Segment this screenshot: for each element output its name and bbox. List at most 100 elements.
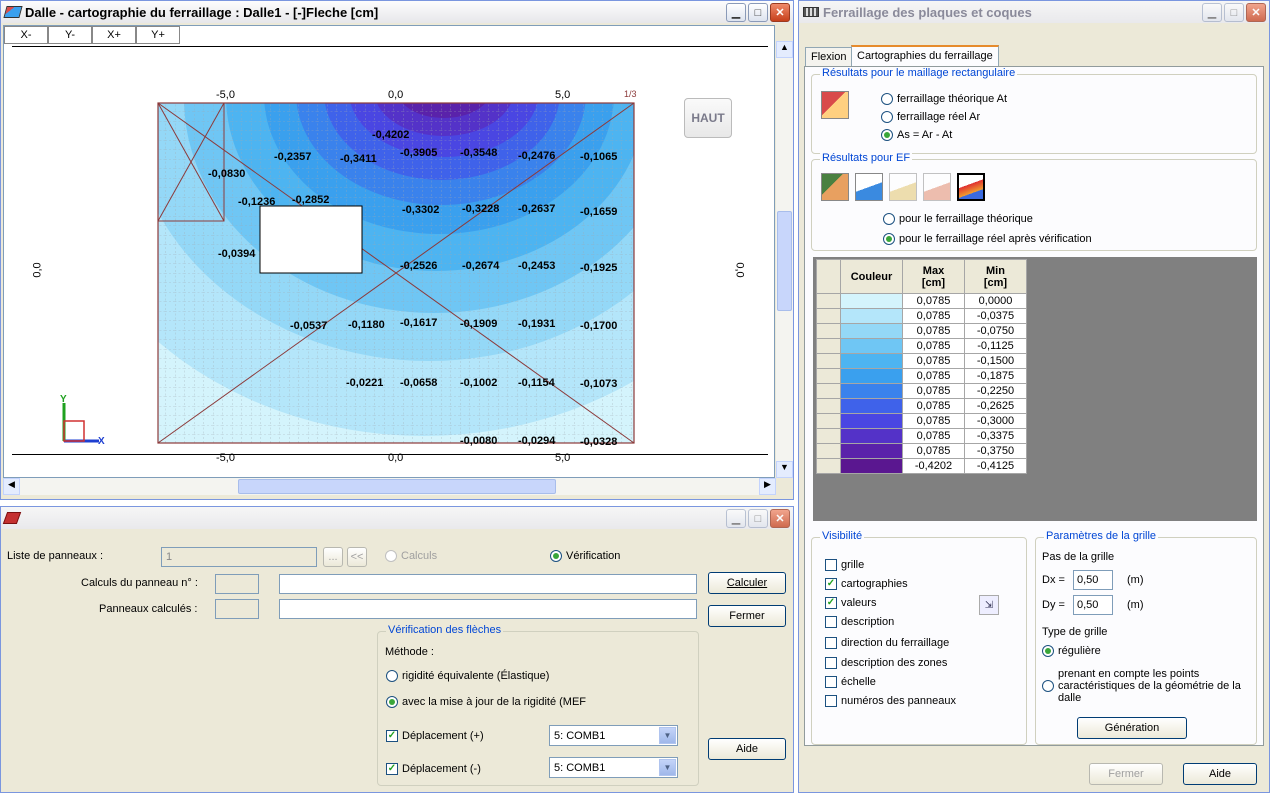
dropdown-arrow-icon[interactable]: ▼ xyxy=(659,759,676,776)
rigidite-radio[interactable]: rigidité équivalente (Élastique) xyxy=(386,670,549,682)
visibilite-checkbox[interactable]: numéros des panneaux xyxy=(825,695,956,707)
table-row[interactable]: 0,0785 -0,3000 xyxy=(816,413,1027,429)
scroll-down-icon[interactable]: ▼ xyxy=(776,461,793,478)
deplacement-plus-checkbox[interactable]: ✓ Déplacement (+) xyxy=(386,730,484,742)
panel-titlebar[interactable]: ▁ □ ✕ xyxy=(1,507,793,529)
ferraillage-titlebar[interactable]: Ferraillage des plaques et coques ▁ □ ✕ xyxy=(799,1,1269,23)
row-header[interactable] xyxy=(816,338,841,354)
row-header[interactable] xyxy=(816,413,841,429)
row-header[interactable] xyxy=(816,398,841,414)
table-row[interactable]: 0,0785 -0,0375 xyxy=(816,308,1027,324)
scroll-up-icon[interactable]: ▲ xyxy=(776,41,793,58)
color-swatch[interactable] xyxy=(840,383,903,399)
color-swatch[interactable] xyxy=(840,413,903,429)
aide-button[interactable]: Aide xyxy=(708,738,786,760)
combo-deplacement-plus[interactable]: 5: COMB1 ▼ xyxy=(549,725,678,746)
row-header[interactable] xyxy=(816,443,841,459)
minimize-button[interactable]: ▁ xyxy=(1202,3,1222,22)
rect-map-icon-button[interactable] xyxy=(821,91,849,119)
reel-ar-radio[interactable]: ferraillage réel Ar xyxy=(881,111,980,123)
tab-cartographies[interactable]: Cartographies du ferraillage xyxy=(851,45,999,67)
horizontal-scrollbar[interactable]: ◀ ▶ xyxy=(3,478,776,495)
horizontal-scroll-thumb[interactable] xyxy=(238,479,556,494)
color-swatch[interactable] xyxy=(840,338,903,354)
tab-flexion[interactable]: Flexion xyxy=(805,47,853,67)
color-swatch[interactable] xyxy=(840,353,903,369)
mef-radio[interactable]: avec la mise à jour de la rigidité (MEF xyxy=(386,696,586,708)
color-swatch[interactable] xyxy=(840,308,903,324)
row-header[interactable] xyxy=(816,323,841,339)
minimize-button[interactable]: ▁ xyxy=(726,509,746,528)
reguliere-radio[interactable]: régulière xyxy=(1042,645,1101,657)
liste-panneaux-field[interactable]: 1 xyxy=(161,547,317,567)
map-titlebar[interactable]: Dalle - cartographie du ferraillage : Da… xyxy=(1,1,793,23)
maximize-button[interactable]: □ xyxy=(748,3,768,22)
previous-button[interactable]: << xyxy=(347,547,367,567)
row-header[interactable] xyxy=(816,458,841,474)
close-button[interactable]: ✕ xyxy=(1246,3,1266,22)
row-header[interactable] xyxy=(816,308,841,324)
aide-button[interactable]: Aide xyxy=(1183,763,1257,785)
panel-window[interactable]: ▁ □ ✕ Liste de panneaux : 1 ... << Calcu… xyxy=(0,506,794,793)
visibilite-checkbox[interactable]: description des zones xyxy=(825,657,947,669)
deplacement-moins-checkbox[interactable]: ✓ Déplacement (-) xyxy=(386,763,481,775)
visibilite-checkbox[interactable]: description xyxy=(825,616,894,628)
ef-option4-icon-button[interactable] xyxy=(923,173,951,201)
color-swatch[interactable] xyxy=(840,293,903,309)
dy-input[interactable]: 0,50 xyxy=(1073,595,1113,615)
map-window[interactable]: Dalle - cartographie du ferraillage : Da… xyxy=(0,0,794,500)
dx-input[interactable]: 0,50 xyxy=(1073,570,1113,590)
dropdown-arrow-icon[interactable]: ▼ xyxy=(659,727,676,744)
as-radio[interactable]: As = Ar - At xyxy=(881,129,952,141)
color-swatch[interactable] xyxy=(840,368,903,384)
row-header[interactable] xyxy=(816,353,841,369)
table-row[interactable]: 0,0785 -0,1875 xyxy=(816,368,1027,384)
close-button[interactable]: ✕ xyxy=(770,3,790,22)
color-swatch[interactable] xyxy=(840,398,903,414)
table-row[interactable]: -0,4202 -0,4125 xyxy=(816,458,1027,474)
calculer-button[interactable]: Calculer xyxy=(708,572,786,594)
visibilite-checkbox[interactable]: direction du ferraillage xyxy=(825,637,949,649)
haut-view-button[interactable]: HAUT xyxy=(684,98,732,138)
ef-reel-radio[interactable]: pour le ferraillage réel après vérificat… xyxy=(883,233,1092,245)
combo-deplacement-moins[interactable]: 5: COMB1 ▼ xyxy=(549,757,678,778)
scroll-left-icon[interactable]: ◀ xyxy=(3,478,20,495)
row-header[interactable] xyxy=(816,428,841,444)
visibilite-checkbox[interactable]: échelle xyxy=(825,676,876,688)
row-header[interactable] xyxy=(816,383,841,399)
verification-radio[interactable]: Vérification xyxy=(550,550,620,562)
scroll-right-icon[interactable]: ▶ xyxy=(759,478,776,495)
ef-theorique-radio[interactable]: pour le ferraillage théorique xyxy=(883,213,1033,225)
color-swatch[interactable] xyxy=(840,458,903,474)
visibilite-checkbox[interactable]: grille xyxy=(825,559,864,571)
maximize-button[interactable]: □ xyxy=(1224,3,1244,22)
ef-deformation-icon-button[interactable] xyxy=(855,173,883,201)
maximize-button[interactable]: □ xyxy=(748,509,768,528)
ef-stiffness-icon-button[interactable] xyxy=(957,173,985,201)
map-canvas[interactable]: X- Y- X+ Y+ -0,4202 -0,2357 -0,3411 -0,3905… xyxy=(3,25,775,478)
points-caracteristiques-radio[interactable]: prenant en compte les points caractérist… xyxy=(1042,668,1252,704)
table-row[interactable]: 0,0785 -0,1125 xyxy=(816,338,1027,354)
theorique-at-radio[interactable]: ferraillage théorique At xyxy=(881,93,1007,105)
visibilite-checkbox[interactable]: ✓ valeurs xyxy=(825,597,876,609)
vertical-scroll-thumb[interactable] xyxy=(777,211,792,311)
calc-panneau-field[interactable] xyxy=(279,574,697,594)
ferraillage-window[interactable]: Ferraillage des plaques et coques ▁ □ ✕ … xyxy=(798,0,1270,793)
table-row[interactable]: 0,0785 -0,2250 xyxy=(816,383,1027,399)
vertical-scrollbar[interactable]: ▲ ▼ xyxy=(776,41,793,478)
fermer-button[interactable]: Fermer xyxy=(708,605,786,627)
visibilite-checkbox[interactable]: ✓ cartographies xyxy=(825,578,908,590)
ef-map-icon-button[interactable] xyxy=(821,173,849,201)
calc-settings-button[interactable]: ⇲ xyxy=(979,595,999,615)
panneaux-calcules-field[interactable] xyxy=(279,599,697,619)
ef-option3-icon-button[interactable] xyxy=(889,173,917,201)
calculs-radio[interactable]: Calculs xyxy=(385,550,437,562)
browse-button[interactable]: ... xyxy=(323,547,343,567)
table-row[interactable]: 0,0785 -0,0750 xyxy=(816,323,1027,339)
table-row[interactable]: 0,0785 -0,2625 xyxy=(816,398,1027,414)
table-row[interactable]: 0,0785 -0,3375 xyxy=(816,428,1027,444)
table-row[interactable]: 0,0785 -0,1500 xyxy=(816,353,1027,369)
color-swatch[interactable] xyxy=(840,323,903,339)
table-row[interactable]: 0,0785 -0,3750 xyxy=(816,443,1027,459)
table-row[interactable]: 0,0785 0,0000 xyxy=(816,293,1027,309)
